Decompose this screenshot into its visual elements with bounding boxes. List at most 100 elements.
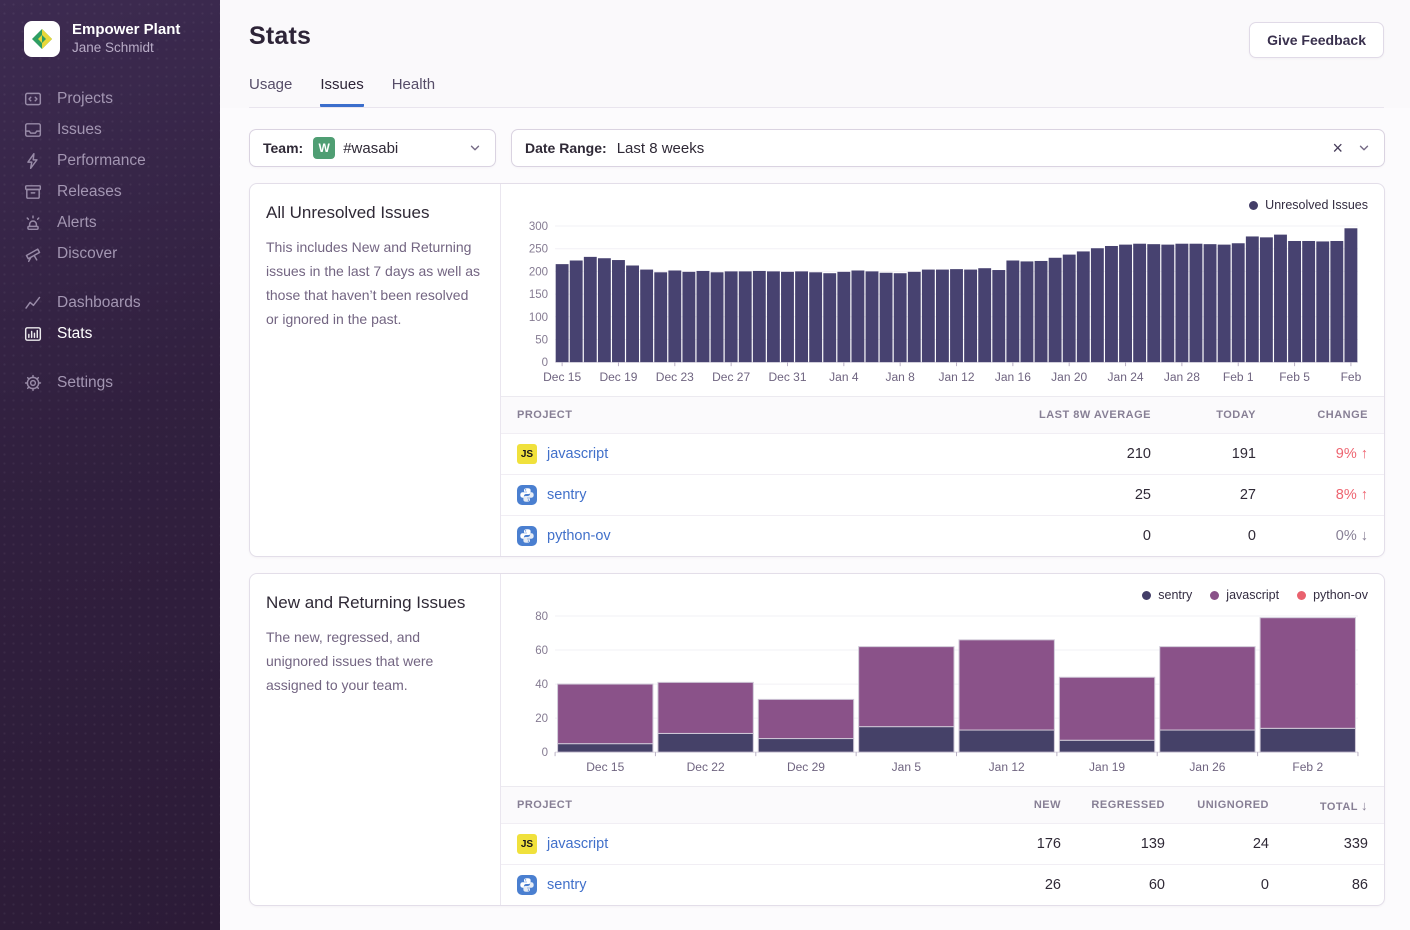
team-avatar: W xyxy=(313,137,335,159)
sidebar-item-discover[interactable]: Discover xyxy=(0,238,220,269)
bar xyxy=(1021,261,1034,362)
card-title: New and Returning Issues xyxy=(266,593,484,613)
svg-text:Jan 16: Jan 16 xyxy=(995,370,1031,384)
legend-item[interactable]: python-ov xyxy=(1297,588,1368,602)
sidebar-item-releases[interactable]: Releases xyxy=(0,176,220,207)
bar-segment xyxy=(859,647,954,727)
org-name: Empower Plant xyxy=(72,20,180,39)
change-value: 0% ↓ xyxy=(1256,528,1368,544)
sidebar-item-alerts[interactable]: Alerts xyxy=(0,207,220,238)
legend-dot xyxy=(1210,591,1219,600)
issues-icon xyxy=(24,121,42,139)
svg-text:200: 200 xyxy=(529,266,548,278)
bar xyxy=(880,273,893,362)
legend-item[interactable]: javascript xyxy=(1210,588,1279,602)
legend-item[interactable]: Unresolved Issues xyxy=(1249,198,1368,212)
new-returning-issues-chart: 020406080Dec 15Dec 22Dec 29Jan 5Jan 12Ja… xyxy=(515,606,1368,778)
python-project-icon xyxy=(517,485,537,505)
give-feedback-button[interactable]: Give Feedback xyxy=(1249,22,1384,58)
unresolved-chart-block: Unresolved Issues 050100150200250300Dec … xyxy=(501,184,1384,390)
org-logo xyxy=(24,21,60,57)
sidebar-item-settings[interactable]: Settings xyxy=(0,367,220,398)
bar xyxy=(1063,255,1076,363)
org-switcher[interactable]: Empower Plant Jane Schmidt xyxy=(0,0,220,57)
clear-date-icon[interactable]: × xyxy=(1330,139,1345,157)
telescope-icon xyxy=(24,245,42,263)
svg-text:50: 50 xyxy=(535,334,548,346)
date-range-select[interactable]: Date Range: Last 8 weeks × xyxy=(511,129,1385,167)
sidebar-item-dashboards[interactable]: Dashboards xyxy=(0,287,220,318)
sidebar-nav: Projects Issues Performance Releases Ale… xyxy=(0,83,220,398)
bar xyxy=(1105,246,1118,362)
bar xyxy=(570,260,583,362)
svg-text:0: 0 xyxy=(542,747,548,759)
bar xyxy=(739,271,752,362)
bar xyxy=(584,257,597,362)
card-title: All Unresolved Issues xyxy=(266,203,484,223)
card-description-panel: All Unresolved Issues This includes New … xyxy=(250,184,501,556)
svg-text:Dec 22: Dec 22 xyxy=(687,760,725,774)
new-returning-chart-block: sentryjavascriptpython-ov 020406080Dec 1… xyxy=(501,574,1384,780)
bar-segment xyxy=(558,744,653,753)
lightning-icon xyxy=(24,152,42,170)
page-header: Stats Give Feedback Usage Issues Health xyxy=(220,0,1410,108)
total-sort-header[interactable]: TOTAL↓ xyxy=(1269,798,1368,813)
bar xyxy=(823,273,836,362)
team-select[interactable]: Team: W #wasabi xyxy=(249,129,496,167)
svg-text:80: 80 xyxy=(535,611,548,623)
legend-dot xyxy=(1142,591,1151,600)
project-link[interactable]: javascript xyxy=(547,836,608,852)
bar xyxy=(640,270,653,363)
svg-text:Jan 4: Jan 4 xyxy=(829,370,859,384)
svg-text:Jan 20: Jan 20 xyxy=(1051,370,1087,384)
card-description: This includes New and Returning issues i… xyxy=(266,235,484,331)
bar xyxy=(1330,241,1343,362)
tab-issues[interactable]: Issues xyxy=(320,76,363,107)
bar xyxy=(682,272,695,362)
project-link[interactable]: sentry xyxy=(547,487,587,503)
bar xyxy=(654,272,667,362)
project-link[interactable]: javascript xyxy=(547,446,608,462)
chevron-down-icon[interactable] xyxy=(468,141,482,155)
legend-dot xyxy=(1249,201,1258,210)
bar xyxy=(866,271,879,362)
arrow-down-icon: ↓ xyxy=(1361,528,1368,544)
javascript-project-icon: JS xyxy=(517,834,537,854)
legend-dot xyxy=(1297,591,1306,600)
sidebar-item-issues[interactable]: Issues xyxy=(0,114,220,145)
bar xyxy=(1344,228,1357,362)
legend-item[interactable]: sentry xyxy=(1142,588,1192,602)
svg-text:Dec 29: Dec 29 xyxy=(787,760,825,774)
tab-usage[interactable]: Usage xyxy=(249,76,292,107)
project-link[interactable]: python-ov xyxy=(547,528,611,544)
svg-text:Jan 26: Jan 26 xyxy=(1189,760,1225,774)
tab-health[interactable]: Health xyxy=(392,76,435,107)
bar xyxy=(626,265,639,362)
svg-text:Jan 28: Jan 28 xyxy=(1164,370,1200,384)
bar xyxy=(908,272,921,362)
bar xyxy=(978,268,991,362)
bar xyxy=(612,260,625,362)
project-link[interactable]: sentry xyxy=(547,877,587,893)
bar-segment xyxy=(859,727,954,753)
svg-text:Jan 24: Jan 24 xyxy=(1108,370,1144,384)
table-header-row: PROJECT LAST 8W AVERAGE TODAY CHANGE xyxy=(501,397,1384,433)
sidebar-item-performance[interactable]: Performance xyxy=(0,145,220,176)
siren-icon xyxy=(24,214,42,232)
date-range-value: Last 8 weeks xyxy=(617,140,705,157)
bar xyxy=(809,272,822,362)
bar xyxy=(1077,251,1090,362)
bar-segment xyxy=(959,730,1054,752)
new-returning-table: PROJECT NEW REGRESSED UNIGNORED TOTAL↓ J… xyxy=(501,786,1384,905)
sidebar-item-projects[interactable]: Projects xyxy=(0,83,220,114)
change-value: 9% ↑ xyxy=(1256,446,1368,462)
chevron-down-icon[interactable] xyxy=(1357,141,1371,155)
filter-row: Team: W #wasabi Date Range: Last 8 weeks… xyxy=(249,129,1385,167)
bar xyxy=(1316,241,1329,362)
card-description: The new, regressed, and unignored issues… xyxy=(266,625,484,697)
bar-segment xyxy=(758,700,853,739)
bar-segment xyxy=(758,739,853,753)
sidebar-item-stats[interactable]: Stats xyxy=(0,318,220,349)
bar xyxy=(1260,237,1273,362)
svg-text:Dec 19: Dec 19 xyxy=(599,370,637,384)
